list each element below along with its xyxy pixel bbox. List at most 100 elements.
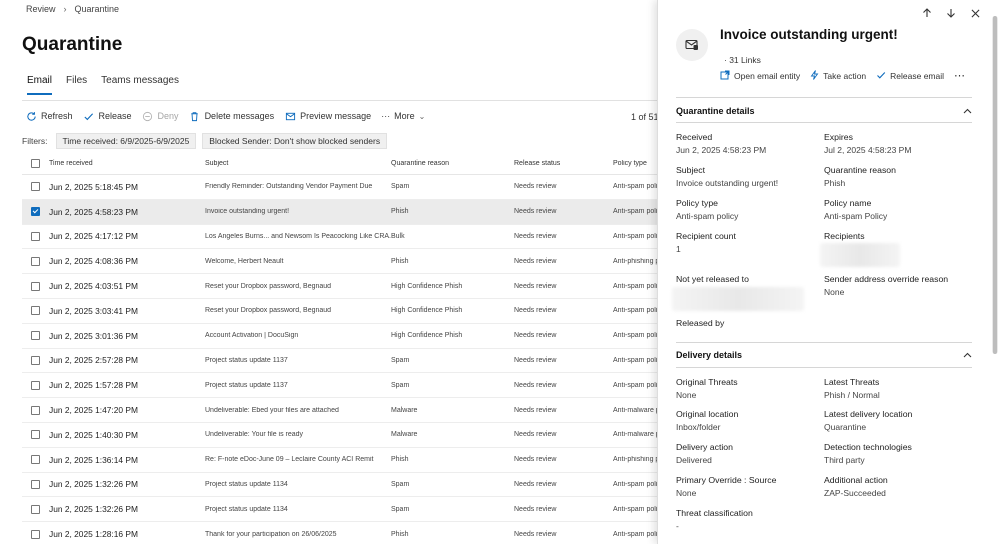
field-detection-technologies: Detection technologies Third party: [824, 442, 964, 465]
filters-label: Filters:: [22, 136, 48, 146]
delete-messages-label: Delete messages: [204, 111, 275, 121]
cell-release-status: Needs review: [514, 431, 557, 439]
release-email-button[interactable]: Release email: [876, 70, 944, 82]
lightning-icon: [810, 69, 819, 82]
tab-bar: Email Files Teams messages: [27, 75, 179, 95]
cell-time-received: Jun 2, 2025 3:01:36 PM: [49, 330, 138, 341]
deny-icon: [142, 110, 154, 122]
table-row[interactable]: Jun 2, 2025 4:08:36 PM Welcome, Herbert N…: [22, 249, 662, 275]
row-checkbox[interactable]: [31, 256, 40, 266]
tab-teams-messages[interactable]: Teams messages: [101, 75, 179, 95]
latest-threats-value: Phish / Normal: [824, 390, 880, 400]
cell-policy-type: Anti-spam policy: [613, 530, 662, 538]
table-row[interactable]: Jun 2, 2025 2:57:28 PM Project status upd…: [22, 349, 662, 374]
field-delivery-action: Delivery action Delivered: [676, 442, 816, 465]
table-row[interactable]: Jun 2, 2025 4:17:12 PM Los Angeles Burns.…: [22, 225, 662, 250]
cell-release-status: Needs review: [514, 183, 557, 191]
cell-quarantine-reason: High Confidence Phish: [391, 282, 463, 290]
open-email-entity-button[interactable]: Open email entity: [720, 70, 800, 82]
cell-policy-type: Anti-spam policy: [613, 183, 662, 191]
tab-files[interactable]: Files: [66, 75, 87, 95]
row-checkbox[interactable]: [31, 479, 40, 489]
field-additional-action: Additional action ZAP-Succeeded: [824, 475, 964, 498]
row-checkbox[interactable]: [31, 380, 40, 390]
row-checkbox[interactable]: [31, 207, 40, 217]
cell-policy-type: Anti-spam policy: [613, 480, 662, 488]
more-dots-icon: ⋯: [381, 110, 391, 121]
table-row[interactable]: Jun 2, 2025 1:32:26 PM Project status upd…: [22, 497, 662, 523]
more-button[interactable]: ⋯ More ⌄: [381, 111, 425, 122]
row-checkbox[interactable]: [31, 281, 40, 291]
more-actions-button[interactable]: ⋯: [954, 69, 965, 82]
cell-quarantine-reason: Spam: [391, 183, 410, 191]
take-action-button[interactable]: Take action: [810, 69, 866, 82]
checkbox-cell: [22, 504, 49, 514]
refresh-button[interactable]: Refresh: [25, 110, 73, 122]
table-row[interactable]: Jun 2, 2025 1:36:14 PM Re: F-note eDoc-Ju…: [22, 448, 662, 473]
row-checkbox[interactable]: [31, 231, 40, 241]
checkmark-icon: [876, 70, 886, 82]
breadcrumb-review[interactable]: Review: [26, 4, 56, 14]
quarantine-details-header[interactable]: Quarantine details: [676, 106, 972, 116]
delete-messages-button[interactable]: Delete messages: [189, 110, 275, 122]
chevron-up-icon[interactable]: [962, 107, 972, 115]
checkbox-cell: [22, 529, 49, 539]
chevron-right-icon: ›: [63, 4, 67, 14]
table-row[interactable]: Jun 2, 2025 4:58:23 PM Invoice outstandin…: [22, 199, 662, 225]
table-row[interactable]: Jun 2, 2025 1:40:30 PM Undeliverable: You…: [22, 423, 662, 448]
cell-subject: Project status update 1137: [205, 356, 288, 364]
cell-release-status: Needs review: [514, 356, 557, 364]
field-primary-override: Primary Override : Source None: [676, 475, 816, 498]
received-label: Received: [676, 132, 713, 142]
arrow-down-icon[interactable]: [945, 6, 957, 20]
table-row[interactable]: Jun 2, 2025 1:32:26 PM Project status upd…: [22, 473, 662, 498]
select-all-checkbox[interactable]: [31, 159, 40, 168]
latest-location-label: Latest delivery location: [824, 409, 913, 419]
row-checkbox[interactable]: [31, 355, 40, 365]
table-row[interactable]: Jun 2, 2025 5:18:45 PM Friendly Reminder:…: [22, 175, 662, 200]
cell-policy-type: Anti-spam policy: [613, 307, 662, 315]
cell-time-received: Jun 2, 2025 1:32:26 PM: [49, 479, 138, 490]
row-checkbox[interactable]: [31, 306, 40, 316]
row-checkbox[interactable]: [31, 529, 40, 539]
arrow-up-icon[interactable]: [921, 6, 933, 20]
cell-time-received: Jun 2, 2025 2:57:28 PM: [49, 355, 138, 366]
table-row[interactable]: Jun 2, 2025 3:01:36 PM Account Activation…: [22, 324, 662, 349]
chevron-down-icon: ⌄: [418, 111, 426, 121]
original-threats-value: None: [676, 390, 697, 400]
breadcrumb-quarantine[interactable]: Quarantine: [75, 4, 120, 14]
quarantine-reason-label: Quarantine reason: [824, 165, 896, 175]
row-checkbox[interactable]: [31, 504, 40, 514]
col-release-status[interactable]: Release status: [514, 160, 613, 167]
row-checkbox[interactable]: [31, 430, 40, 440]
close-icon[interactable]: [969, 6, 981, 20]
checkbox-cell: [22, 281, 49, 291]
cell-time-received: Jun 2, 2025 4:03:51 PM: [49, 281, 138, 292]
preview-message-button[interactable]: Preview message: [284, 110, 371, 122]
release-button[interactable]: Release: [83, 110, 132, 122]
row-checkbox[interactable]: [31, 331, 40, 341]
deny-button[interactable]: Deny: [142, 110, 179, 122]
table-row[interactable]: Jun 2, 2025 4:03:51 PM Reset your Dropbox…: [22, 274, 662, 299]
table-row[interactable]: Jun 2, 2025 1:47:20 PM Undeliverable: Ebe…: [22, 398, 662, 423]
table-row[interactable]: Jun 2, 2025 1:28:16 PM Thank for your par…: [22, 522, 662, 544]
col-policy-type[interactable]: Policy type: [613, 160, 662, 167]
quarantine-reason-value: Phish: [824, 178, 846, 188]
chevron-up-icon[interactable]: [962, 351, 972, 359]
delivery-details-header[interactable]: Delivery details: [676, 350, 972, 360]
cell-quarantine-reason: Phish: [391, 257, 409, 265]
tab-email[interactable]: Email: [27, 75, 53, 95]
table-row[interactable]: Jun 2, 2025 3:03:41 PM Reset your Dropbox…: [22, 299, 662, 324]
checkbox-cell: [22, 355, 49, 365]
row-checkbox[interactable]: [31, 182, 40, 192]
filter-chip-time[interactable]: Time received: 6/9/2025-6/9/2025: [55, 133, 197, 149]
row-checkbox[interactable]: [31, 455, 40, 465]
col-subject[interactable]: Subject: [205, 160, 391, 167]
table-row[interactable]: Jun 2, 2025 1:57:28 PM Project status upd…: [22, 373, 662, 399]
row-checkbox[interactable]: [31, 405, 40, 415]
col-time-received[interactable]: Time received: [49, 160, 205, 167]
filter-chip-blocked-sender[interactable]: Blocked Sender: Don't show blocked sende…: [202, 133, 388, 149]
table-header: Time received Subject Quarantine reason …: [22, 153, 662, 175]
flyout-scrollbar[interactable]: [992, 16, 998, 354]
col-quarantine-reason[interactable]: Quarantine reason: [391, 160, 514, 167]
